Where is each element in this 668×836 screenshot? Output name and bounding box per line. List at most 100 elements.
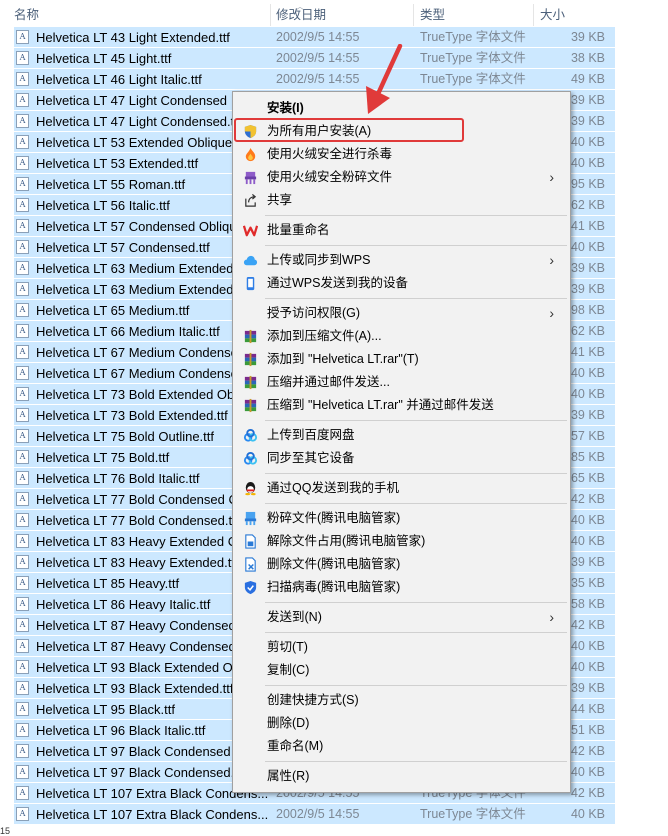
tencent-pc-manager-icon: [245, 534, 256, 549]
file-name: Helvetica LT 97 Black Condensed: [36, 744, 231, 759]
column-type[interactable]: 类型: [420, 0, 445, 27]
shredder-icon: [244, 171, 257, 185]
menu-item-batch-rename[interactable]: 批量重命名: [235, 219, 568, 242]
menu-item-wps-send[interactable]: 通过WPS发送到我的设备: [235, 272, 568, 295]
menu-item-baidu-sync[interactable]: 同步至其它设备: [235, 447, 568, 470]
menu-item-wps-upload[interactable]: 上传或同步到WPS ›: [235, 249, 568, 272]
menu-separator: [265, 420, 567, 421]
menu-item-label: 添加到 "Helvetica LT.rar"(T): [267, 352, 419, 366]
menu-item-rar-named-email[interactable]: 压缩到 "Helvetica LT.rar" 并通过邮件发送: [235, 394, 568, 417]
column-divider[interactable]: [270, 4, 271, 26]
file-name: Helvetica LT 67 Medium Condense: [36, 345, 238, 360]
font-file-icon: A: [16, 324, 29, 338]
file-name: Helvetica LT 77 Bold Condensed C: [36, 492, 238, 507]
file-row[interactable]: A Helvetica LT 107 Extra Black Condens...…: [14, 804, 615, 825]
file-name: Helvetica LT 45 Light.ttf: [36, 51, 172, 66]
menu-item-tencent-unlock[interactable]: 解除文件占用(腾讯电脑管家): [235, 530, 568, 553]
menu-separator: [265, 298, 567, 299]
menu-item-label: 上传到百度网盘: [267, 428, 355, 442]
menu-separator: [265, 473, 567, 474]
menu-item-baidu-upload[interactable]: 上传到百度网盘: [235, 424, 568, 447]
menu-item-label: 删除(D): [267, 716, 310, 730]
menu-item-send-to[interactable]: 发送到(N) ›: [235, 606, 568, 629]
chevron-right-icon: ›: [549, 252, 554, 268]
menu-item-qq-send[interactable]: 通过QQ发送到我的手机: [235, 477, 568, 500]
menu-item-label: 使用火绒安全粉碎文件: [267, 170, 393, 184]
font-file-icon: A: [16, 807, 29, 821]
column-divider[interactable]: [413, 4, 414, 26]
file-name: Helvetica LT 53 Extended.ttf: [36, 156, 199, 171]
menu-item-rar-add-named[interactable]: 添加到 "Helvetica LT.rar"(T): [235, 348, 568, 371]
file-name: Helvetica LT 96 Black Italic.ttf: [36, 723, 206, 738]
file-date: 2002/9/5 14:55: [276, 51, 360, 65]
file-name: Helvetica LT 75 Bold.ttf: [36, 450, 170, 465]
menu-item-grant-access[interactable]: 授予访问权限(G) ›: [235, 302, 568, 325]
file-size: 40 KB: [570, 807, 605, 821]
file-name: Helvetica LT 83 Heavy Extended C: [36, 534, 238, 549]
file-size: 65 KB: [570, 471, 605, 485]
menu-separator: [265, 602, 567, 603]
file-name: Helvetica LT 87 Heavy Condensed: [36, 639, 236, 654]
cloud-icon: [243, 255, 258, 266]
font-file-icon: A: [16, 471, 29, 485]
menu-item-create-shortcut[interactable]: 创建快捷方式(S): [235, 689, 568, 712]
file-name: Helvetica LT 63 Medium Extended: [36, 282, 234, 297]
file-row[interactable]: A Helvetica LT 45 Light.ttf 2002/9/5 14:55…: [14, 48, 615, 69]
column-date[interactable]: 修改日期: [276, 0, 326, 27]
menu-separator: [265, 503, 567, 504]
menu-item-properties[interactable]: 属性(R): [235, 765, 568, 788]
font-file-icon: A: [16, 639, 29, 653]
qq-icon: [245, 481, 256, 496]
file-size: 85 KB: [570, 450, 605, 464]
menu-item-huorong-scan[interactable]: 使用火绒安全进行杀毒: [235, 143, 568, 166]
font-file-icon: A: [16, 30, 29, 44]
font-file-icon: A: [16, 555, 29, 569]
font-file-icon: A: [16, 240, 29, 254]
menu-item-label: 同步至其它设备: [267, 451, 355, 465]
file-name: Helvetica LT 73 Bold Extended Ob: [36, 387, 235, 402]
file-name: Helvetica LT 77 Bold Condensed.t: [36, 513, 233, 528]
file-type: TrueType 字体文件: [420, 807, 526, 821]
column-divider[interactable]: [533, 4, 534, 26]
font-file-icon: A: [16, 72, 29, 86]
menu-item-huorong-shred[interactable]: 使用火绒安全粉碎文件 ›: [235, 166, 568, 189]
menu-item-label: 使用火绒安全进行杀毒: [267, 147, 393, 161]
menu-item-tencent-scan[interactable]: 扫描病毒(腾讯电脑管家): [235, 576, 568, 599]
file-row[interactable]: A Helvetica LT 46 Light Italic.ttf 2002/9/…: [14, 69, 615, 90]
menu-item-delete[interactable]: 删除(D): [235, 712, 568, 735]
file-name: Helvetica LT 47 Light Condensed: [36, 93, 228, 108]
menu-item-rar-email[interactable]: 压缩并通过邮件发送...: [235, 371, 568, 394]
font-file-icon: A: [16, 366, 29, 380]
file-name: Helvetica LT 47 Light Condensed.t: [36, 114, 235, 129]
menu-item-label: 安装(I): [267, 101, 304, 115]
font-file-icon: A: [16, 93, 29, 107]
menu-item-label: 批量重命名: [267, 223, 330, 237]
file-size: 40 KB: [570, 534, 605, 548]
file-name: Helvetica LT 57 Condensed Obliqu: [36, 219, 237, 234]
column-name[interactable]: 名称: [14, 0, 39, 27]
font-file-icon: A: [16, 387, 29, 401]
menu-item-cut[interactable]: 剪切(T): [235, 636, 568, 659]
font-file-icon: A: [16, 744, 29, 758]
file-name: Helvetica LT 87 Heavy Condensed: [36, 618, 236, 633]
menu-item-label: 压缩到 "Helvetica LT.rar" 并通过邮件发送: [267, 398, 494, 412]
menu-item-tencent-shred[interactable]: 粉碎文件(腾讯电脑管家): [235, 507, 568, 530]
menu-item-label: 解除文件占用(腾讯电脑管家): [267, 534, 426, 548]
font-file-icon: A: [16, 765, 29, 779]
font-file-icon: A: [16, 513, 29, 527]
chevron-right-icon: ›: [549, 609, 554, 625]
file-size: 40 KB: [570, 135, 605, 149]
menu-item-label: 通过WPS发送到我的设备: [267, 276, 408, 290]
font-file-icon: A: [16, 198, 29, 212]
file-size: 41 KB: [570, 345, 605, 359]
menu-item-rename[interactable]: 重命名(M): [235, 735, 568, 758]
menu-item-tencent-delete[interactable]: 删除文件(腾讯电脑管家): [235, 553, 568, 576]
file-row[interactable]: A Helvetica LT 43 Light Extended.ttf 2002/…: [14, 27, 615, 48]
file-size: 44 KB: [570, 702, 605, 716]
menu-item-share[interactable]: 共享: [235, 189, 568, 212]
column-size[interactable]: 大小: [540, 0, 565, 27]
menu-item-label: 剪切(T): [267, 640, 308, 654]
menu-item-rar-add[interactable]: 添加到压缩文件(A)...: [235, 325, 568, 348]
font-file-icon: A: [16, 576, 29, 590]
menu-item-copy[interactable]: 复制(C): [235, 659, 568, 682]
